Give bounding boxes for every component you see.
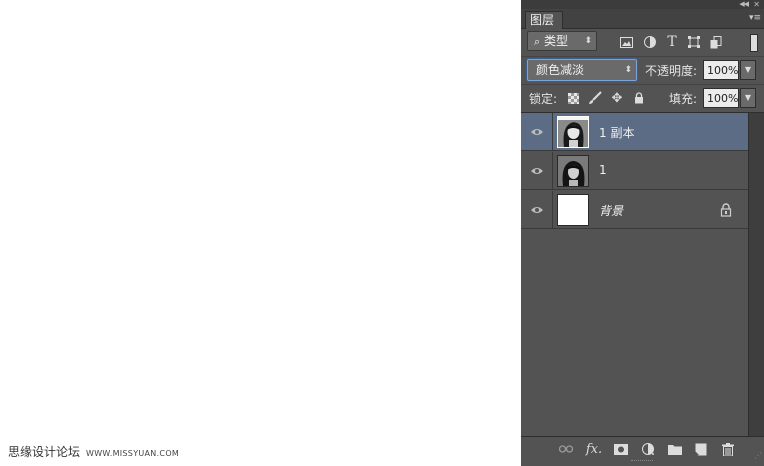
opacity-input[interactable]: 100%: [703, 60, 739, 80]
blend-row: 颜色减淡 ⬍ 不透明度: 100% ▼: [521, 56, 764, 85]
trash-icon[interactable]: [720, 441, 736, 457]
visibility-toggle[interactable]: [521, 113, 553, 150]
image-filter-icon[interactable]: [617, 33, 635, 51]
layer-row-1-copy[interactable]: 1 副本: [521, 113, 748, 151]
layer-row-1[interactable]: 1: [521, 152, 748, 190]
new-layer-icon[interactable]: [693, 441, 709, 457]
opacity-label: 不透明度:: [645, 64, 698, 78]
lock-icon: [720, 203, 732, 217]
type-filter-icon[interactable]: T: [663, 33, 681, 51]
shape-filter-icon[interactable]: [685, 33, 703, 51]
link-layers-icon[interactable]: [558, 441, 574, 457]
filter-kind-select[interactable]: ⌕ 类型 ⬍: [527, 31, 597, 51]
blend-mode-value: 颜色减淡: [536, 63, 585, 77]
eye-icon: [530, 128, 543, 135]
adjustment-filter-icon[interactable]: [641, 33, 659, 51]
panel-menu-icon[interactable]: ▾≡: [749, 13, 761, 23]
updown-arrows-icon: ⬍: [584, 36, 592, 46]
smart-object-filter-icon[interactable]: [707, 33, 725, 51]
fill-input[interactable]: 100%: [703, 88, 739, 108]
tab-layers[interactable]: 图层: [525, 11, 563, 29]
filter-toggle-switch[interactable]: [750, 34, 758, 52]
layer-thumbnail: [557, 155, 589, 187]
eye-icon: [530, 167, 543, 174]
layer-name: 背景: [599, 204, 624, 218]
lock-label: 锁定:: [529, 92, 558, 106]
layer-name: 1: [599, 163, 607, 177]
layer-row-background[interactable]: 背景: [521, 191, 748, 229]
panel-resize-grip[interactable]: [631, 460, 653, 464]
visibility-toggle[interactable]: [521, 152, 553, 189]
lock-all-icon[interactable]: [632, 91, 646, 105]
layers-list: 1 副本 1 背景: [521, 113, 748, 436]
lock-transparent-pixels-icon[interactable]: [566, 91, 580, 105]
opacity-dropdown-button[interactable]: ▼: [740, 60, 756, 80]
panel-tab-bar: 图层 ▾≡: [521, 9, 764, 29]
adjustment-layer-icon[interactable]: [640, 441, 656, 457]
search-icon: ⌕: [534, 35, 541, 48]
layer-thumbnail: [557, 194, 589, 226]
watermark: 思缘设计论坛 WWW.MISSYUAN.COM: [8, 443, 179, 460]
watermark-url: WWW.MISSYUAN.COM: [86, 449, 180, 458]
watermark-text: 思缘设计论坛: [8, 445, 81, 459]
corner-resize-grip[interactable]: ⋰: [754, 451, 762, 460]
fill-dropdown-button[interactable]: ▼: [740, 88, 756, 108]
layer-thumbnail: [557, 116, 589, 148]
filter-kind-label: 类型: [544, 34, 569, 48]
fill-label: 填充:: [669, 92, 698, 106]
updown-arrows-icon: ⬍: [624, 65, 632, 75]
layer-name: 1 副本: [599, 126, 635, 140]
layers-panel: ◀◀ ✕ 图层 ▾≡ ⌕ 类型 ⬍ T 颜色减淡 ⬍ 不透明度: 100% ▼ …: [521, 0, 764, 466]
eye-icon: [530, 206, 543, 213]
filter-row: ⌕ 类型 ⬍ T: [521, 28, 764, 57]
document-canvas[interactable]: 思缘设计论坛 WWW.MISSYUAN.COM: [0, 0, 521, 466]
collapse-panel-icon[interactable]: ◀◀: [739, 0, 749, 9]
visibility-toggle[interactable]: [521, 191, 553, 228]
close-panel-icon[interactable]: ✕: [753, 0, 760, 9]
layers-scrollbar[interactable]: [748, 113, 764, 436]
fx-icon[interactable]: fx.: [586, 441, 602, 457]
new-group-icon[interactable]: [667, 441, 683, 457]
lock-position-icon[interactable]: ✥: [610, 91, 624, 106]
panel-bottom-toolbar: fx.: [521, 436, 764, 460]
blend-mode-select[interactable]: 颜色减淡 ⬍: [527, 59, 637, 81]
lock-image-pixels-icon[interactable]: [588, 91, 602, 105]
lock-row: 锁定: ✥ 填充: 100% ▼: [521, 84, 764, 113]
panel-title-bar: ◀◀ ✕: [521, 0, 764, 9]
add-mask-icon[interactable]: [613, 441, 629, 457]
